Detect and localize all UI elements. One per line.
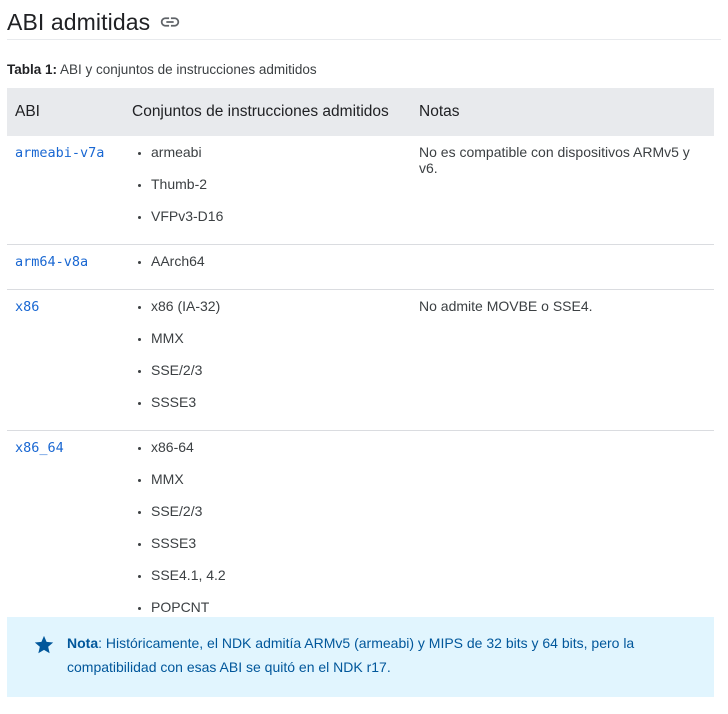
list-item: MMX <box>151 330 403 362</box>
instruction-set-list: x86-64 MMX SSE/2/3 SSSE3 SSE4.1, 4.2 POP… <box>132 439 403 631</box>
instruction-set-list: armeabi Thumb-2 VFPv3-D16 <box>132 144 403 240</box>
list-item: AArch64 <box>151 253 403 285</box>
table-header-row: ABI Conjuntos de instrucciones admitidos… <box>7 88 714 136</box>
note-text: Nota: Históricamente, el NDK admitía ARM… <box>67 631 687 679</box>
header-instruction-sets: Conjuntos de instrucciones admitidos <box>132 103 389 120</box>
list-item: SSE/2/3 <box>151 503 403 535</box>
caption-label: Tabla 1: <box>7 62 58 77</box>
notes-cell: No es compatible con dispositivos ARMv5 … <box>419 144 690 176</box>
instruction-sets-cell: AArch64 <box>124 245 411 290</box>
header-abi: ABI <box>15 103 40 120</box>
list-item: x86 (IA-32) <box>151 298 403 330</box>
list-item: Thumb-2 <box>151 176 403 208</box>
table-row: x86_64 x86-64 MMX SSE/2/3 SSSE3 SSE4.1, … <box>7 431 714 636</box>
abi-link[interactable]: arm64-v8a <box>15 254 88 270</box>
list-item: SSSE3 <box>151 535 403 567</box>
note-callout: Nota: Históricamente, el NDK admitía ARM… <box>7 617 714 697</box>
list-item: SSSE3 <box>151 394 403 426</box>
list-item: VFPv3-D16 <box>151 208 403 240</box>
abi-link[interactable]: x86 <box>15 299 39 315</box>
list-item: SSE4.1, 4.2 <box>151 567 403 599</box>
heading-divider <box>7 39 721 40</box>
table-row: armeabi-v7a armeabi Thumb-2 VFPv3-D16 No… <box>7 136 714 245</box>
table-row: x86 x86 (IA-32) MMX SSE/2/3 SSSE3 No adm… <box>7 290 714 431</box>
instruction-set-list: x86 (IA-32) MMX SSE/2/3 SSSE3 <box>132 298 403 426</box>
abi-link[interactable]: x86_64 <box>15 440 64 456</box>
star-icon <box>33 634 55 656</box>
notes-cell <box>411 431 714 636</box>
section-heading: ABI admitidas <box>7 5 181 39</box>
instruction-set-list: AArch64 <box>132 253 403 285</box>
notes-cell: No admite MOVBE o SSE4. <box>419 298 593 314</box>
abi-cell: armeabi-v7a <box>7 136 124 245</box>
table-caption: Tabla 1: ABI y conjuntos de instruccione… <box>7 62 317 77</box>
abi-cell: x86 <box>7 290 124 431</box>
link-icon[interactable] <box>159 11 181 33</box>
abi-cell: x86_64 <box>7 431 124 636</box>
notes-cell <box>411 245 714 290</box>
list-item: armeabi <box>151 144 403 176</box>
list-item: x86-64 <box>151 439 403 471</box>
instruction-sets-cell: armeabi Thumb-2 VFPv3-D16 <box>124 136 411 245</box>
instruction-sets-cell: x86-64 MMX SSE/2/3 SSSE3 SSE4.1, 4.2 POP… <box>124 431 411 636</box>
instruction-sets-cell: x86 (IA-32) MMX SSE/2/3 SSSE3 <box>124 290 411 431</box>
list-item: MMX <box>151 471 403 503</box>
list-item: SSE/2/3 <box>151 362 403 394</box>
caption-text: ABI y conjuntos de instrucciones admitid… <box>60 62 317 77</box>
abi-table: ABI Conjuntos de instrucciones admitidos… <box>7 88 714 636</box>
table-row: arm64-v8a AArch64 <box>7 245 714 290</box>
abi-link[interactable]: armeabi-v7a <box>15 145 104 161</box>
note-label: Nota <box>67 635 99 651</box>
abi-cell: arm64-v8a <box>7 245 124 290</box>
header-notes: Notas <box>419 103 460 120</box>
section-title: ABI admitidas <box>7 8 151 35</box>
note-body: Históricamente, el NDK admitía ARMv5 (ar… <box>67 635 635 675</box>
